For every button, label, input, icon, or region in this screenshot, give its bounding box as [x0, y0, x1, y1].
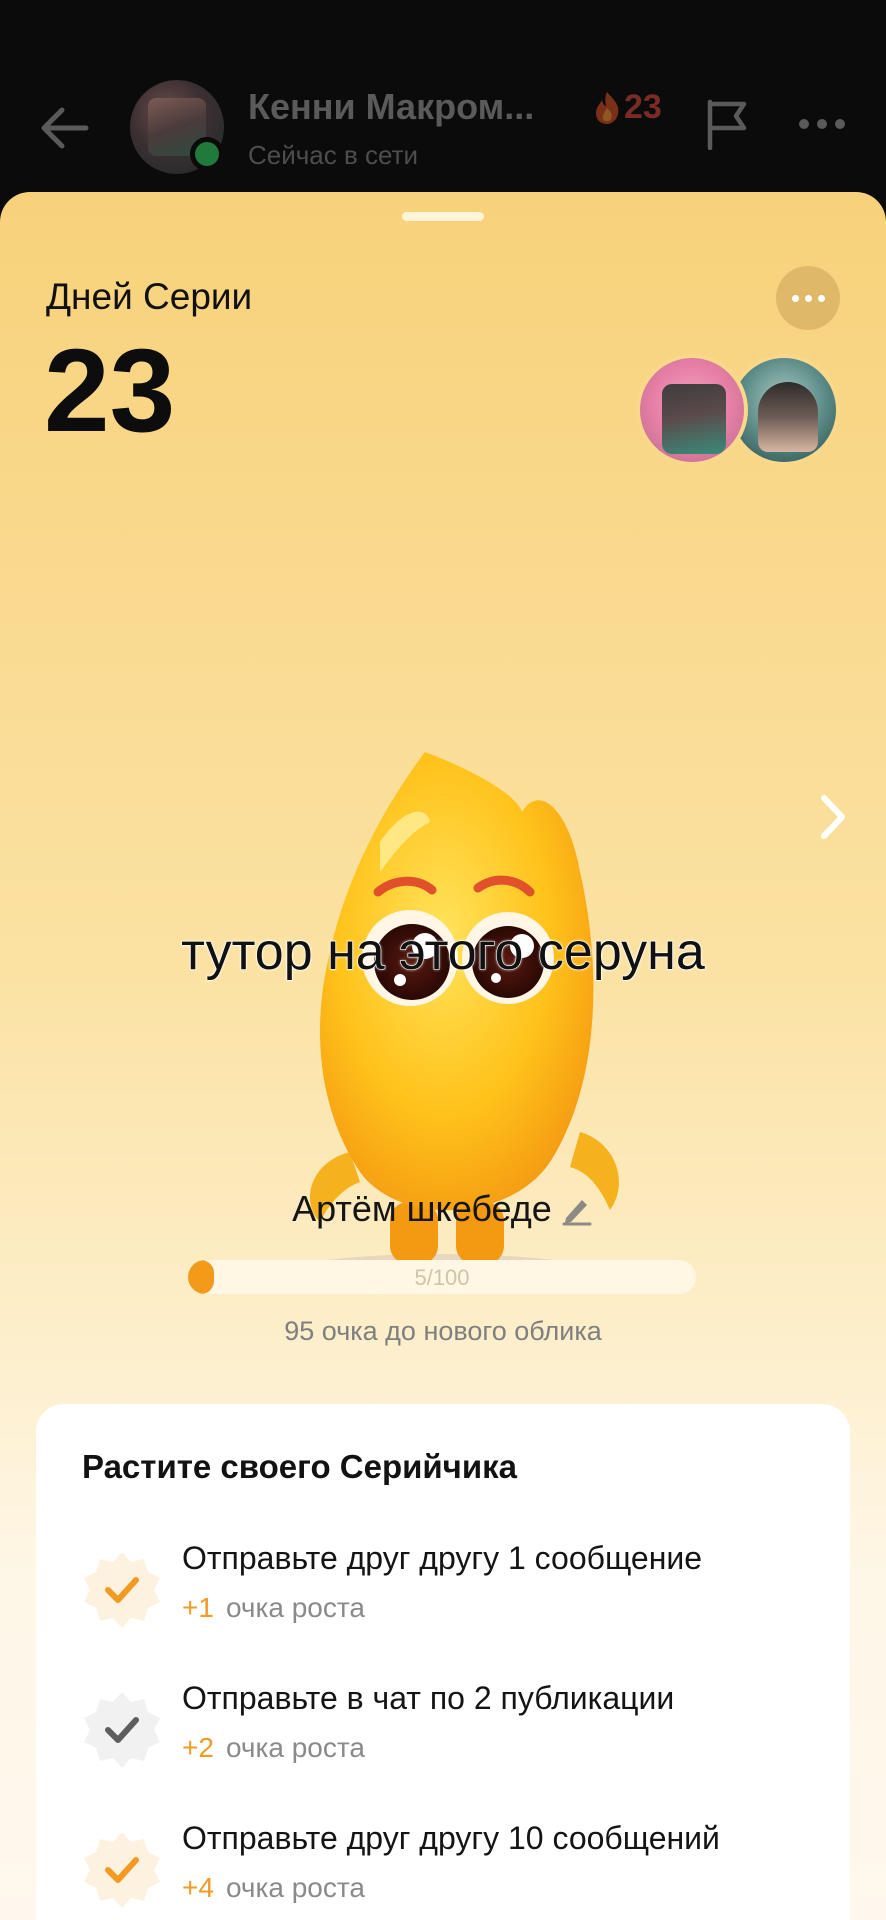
- flag-icon[interactable]: [704, 98, 752, 150]
- contact-status: Сейчас в сети: [248, 140, 419, 170]
- task-points-label: очка роста: [225, 1732, 365, 1763]
- pencil-icon[interactable]: [560, 1192, 594, 1226]
- streak-badge[interactable]: 23: [592, 88, 662, 127]
- video-caption: тутор на этого серуна: [181, 922, 706, 981]
- sheet-drag-handle[interactable]: [402, 212, 484, 221]
- task-title: Отправьте в чат по 2 публикации: [182, 1680, 675, 1716]
- chat-header: Кенни Макром... Сейчас в сети 23: [0, 0, 886, 200]
- streak-count: 23: [624, 88, 662, 126]
- grow-tasks-card: Растите своего Серийчика Отправьте друг …: [36, 1404, 850, 1920]
- tasks-card-title: Растите своего Серийчика: [82, 1448, 517, 1485]
- streak-days-count: 23: [44, 325, 176, 457]
- chevron-right-icon[interactable]: [812, 792, 852, 842]
- growth-progress-bar: 5/100: [188, 1260, 696, 1294]
- task-points-label: очка роста: [225, 1872, 365, 1903]
- task-points: +2: [182, 1732, 214, 1763]
- task-item: Отправьте друг другу 10 сообщений +4 очка…: [82, 1820, 822, 1920]
- task-points: +4: [182, 1872, 214, 1903]
- points-to-next-look: 95 очка до нового облика: [284, 1316, 602, 1346]
- task-item: Отправьте в чат по 2 публикации +2 очка р…: [82, 1680, 822, 1790]
- task-title: Отправьте друг другу 1 сообщение: [182, 1540, 703, 1576]
- participants-avatars: [636, 354, 840, 466]
- growth-progress-text: 5/100: [414, 1265, 470, 1290]
- check-badge-icon: [84, 1692, 160, 1768]
- task-points: +1: [182, 1592, 214, 1623]
- more-dots-icon[interactable]: [796, 112, 848, 136]
- task-title: Отправьте друг другу 10 сообщений: [182, 1820, 720, 1856]
- streak-sheet: Дней Серии 23 тутор на этого серуна Артё…: [0, 192, 886, 1920]
- check-badge-icon: [84, 1832, 160, 1908]
- avatar: [636, 354, 748, 466]
- fire-icon: [596, 91, 619, 124]
- task-item: Отправьте друг другу 1 сообщение +1 очка …: [82, 1540, 822, 1650]
- pet-name-row[interactable]: Артём шкебеде: [0, 1188, 886, 1230]
- online-indicator: [190, 137, 224, 171]
- streak-days-label: Дней Серии: [46, 276, 253, 317]
- sheet-more-button[interactable]: [776, 266, 840, 330]
- task-points-label: очка роста: [225, 1592, 365, 1623]
- pet-name: Артём шкебеде: [292, 1188, 552, 1229]
- back-arrow-icon[interactable]: [36, 100, 92, 156]
- contact-name[interactable]: Кенни Макром...: [248, 86, 534, 128]
- more-dots-icon: [791, 294, 799, 302]
- check-badge-icon: [84, 1552, 160, 1628]
